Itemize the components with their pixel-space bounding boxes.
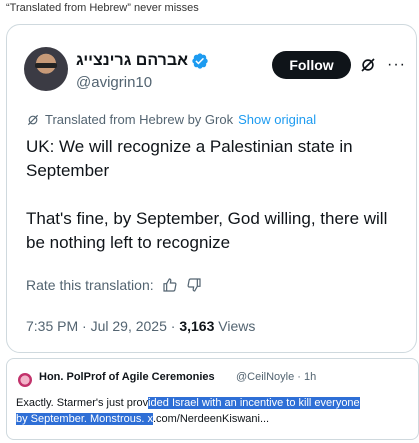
- follow-button[interactable]: Follow: [272, 51, 351, 79]
- rate-translation: Rate this translation:: [26, 277, 202, 293]
- tweet-card[interactable]: אברהם גרינצייג @avigrin10 Follow ··· Tra…: [6, 24, 417, 353]
- more-icon[interactable]: ···: [387, 57, 406, 73]
- translated-label: Translated from Hebrew by Grok: [45, 112, 234, 127]
- reply-text: Exactly. Starmer's just provided Israel …: [16, 395, 416, 427]
- display-name[interactable]: אברהם גרינצייג: [76, 52, 188, 70]
- separator: ·: [170, 318, 176, 334]
- thumbs-up-icon[interactable]: [162, 277, 178, 293]
- reply-avatar[interactable]: [18, 373, 32, 387]
- tweet-date[interactable]: Jul 29, 2025: [91, 318, 167, 334]
- tweet-time[interactable]: 7:35 PM: [26, 318, 78, 334]
- selected-text: ided Israel with an incentive to kill ev…: [148, 397, 360, 409]
- reply-card[interactable]: Hon. PolProf of Agile Ceremonies @CeilNo…: [6, 358, 419, 440]
- grok-icon[interactable]: [359, 56, 377, 74]
- tweet-paragraph: That's fine, by September, God willing, …: [26, 209, 388, 252]
- tweet-paragraph: UK: We will recognize a Palestinian stat…: [26, 137, 353, 180]
- translation-notice: Translated from Hebrew by Grok Show orig…: [26, 112, 316, 127]
- handle[interactable]: @avigrin10: [76, 74, 152, 91]
- rate-label: Rate this translation:: [26, 277, 154, 293]
- separator: ·: [82, 318, 87, 334]
- reply-display-name[interactable]: Hon. PolProf of Agile Ceremonies: [39, 371, 215, 383]
- reply-link-text[interactable]: .com/NerdeenKiswani...: [153, 413, 269, 425]
- reply-text-segment: Exactly. Starmer's just prov: [16, 397, 149, 409]
- thumbs-down-icon[interactable]: [186, 277, 202, 293]
- avatar[interactable]: [24, 47, 68, 91]
- verified-badge-icon: [192, 53, 208, 69]
- post-caption: “Translated from Hebrew” never misses: [6, 2, 199, 14]
- reply-handle-time[interactable]: @CeilNoyle · 1h: [236, 371, 316, 383]
- show-original-link[interactable]: Show original: [238, 112, 316, 127]
- selected-text: by September. Monstrous. x: [16, 413, 153, 425]
- views-label: Views: [218, 318, 256, 334]
- tweet-meta: 7:35 PM · Jul 29, 2025 · 3,163 Views: [26, 318, 255, 334]
- views-count: 3,163: [179, 318, 215, 334]
- tweet-text: UK: We will recognize a Palestinian stat…: [26, 135, 408, 279]
- grok-icon: [27, 114, 39, 125]
